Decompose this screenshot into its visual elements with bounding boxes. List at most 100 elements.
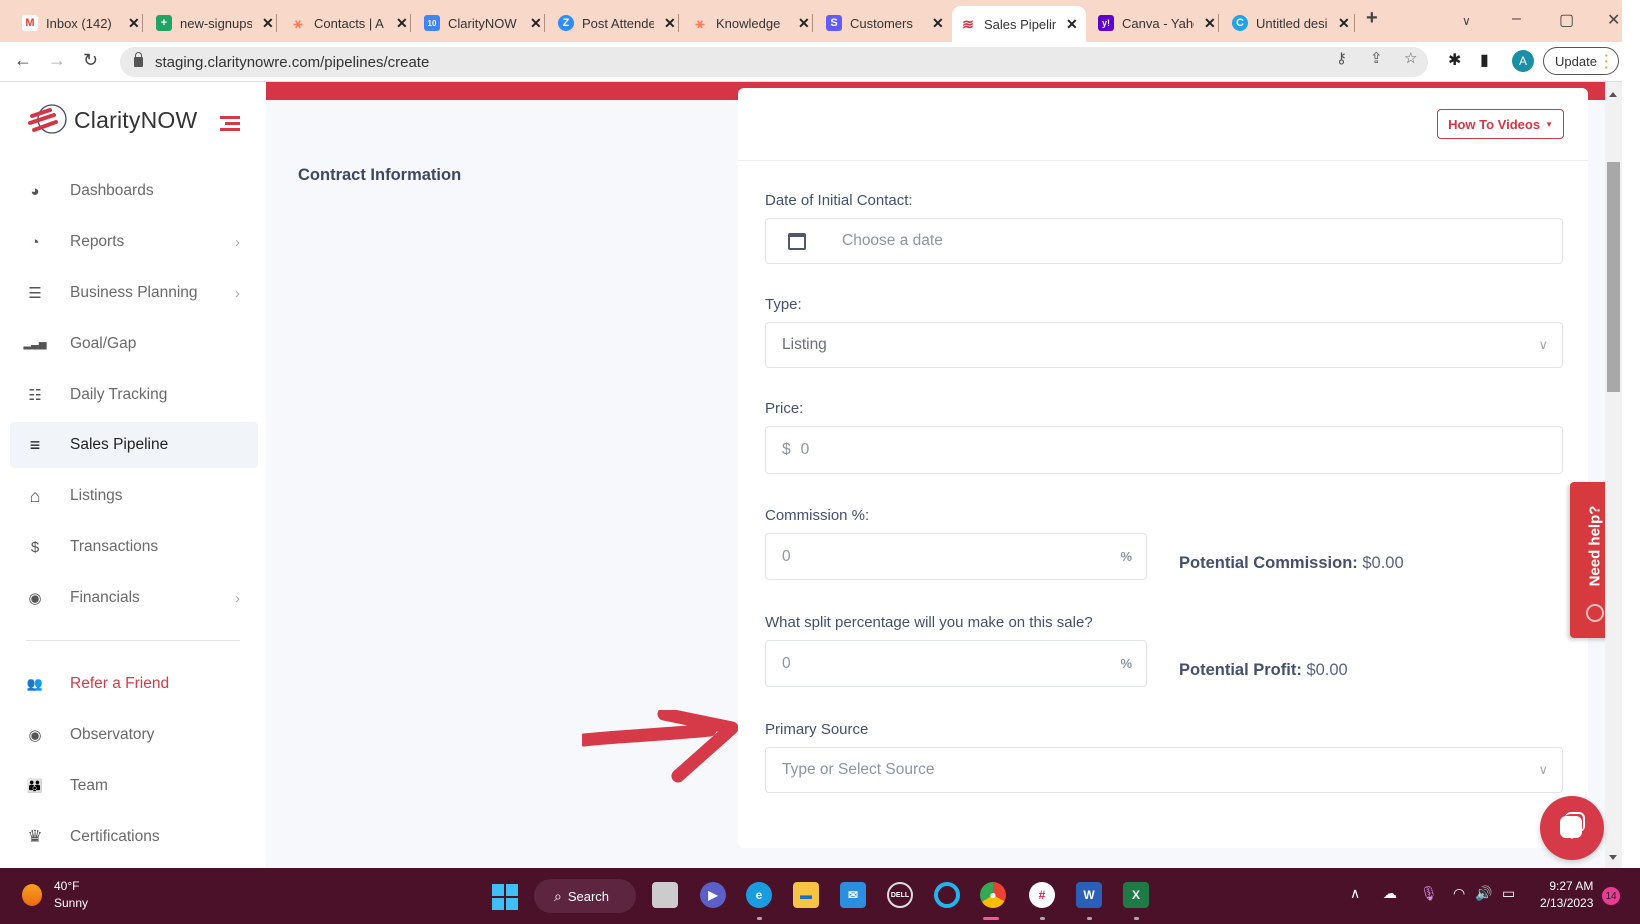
- extensions-puzzle-icon[interactable]: ✱: [1448, 50, 1461, 70]
- close-icon[interactable]: ✕: [1066, 16, 1078, 33]
- sidebar-item-transactions[interactable]: $ Transactions: [10, 524, 258, 570]
- battery-icon[interactable]: ▭: [1502, 885, 1515, 902]
- sidebar-item-financials[interactable]: ◉ Financials ›: [10, 575, 258, 621]
- tab-sales-pipeline[interactable]: ≋ Sales Pipeline ✕: [952, 6, 1086, 42]
- chrome-icon[interactable]: ●: [980, 882, 1006, 908]
- share-icon[interactable]: ⇪: [1370, 49, 1383, 67]
- update-button[interactable]: Update · · ·: [1543, 47, 1619, 75]
- annotation-arrow-icon: [582, 710, 738, 783]
- split-percent-input[interactable]: 0 %: [765, 640, 1147, 687]
- sidebar-item-label: Daily Tracking: [70, 386, 168, 403]
- edge-icon[interactable]: e: [746, 882, 772, 908]
- brand-logo[interactable]: ClarityNOW: [26, 102, 197, 138]
- running-indicator: [1134, 917, 1139, 920]
- split-label: What split percentage will you make on t…: [765, 614, 1093, 631]
- sidebar-item-label: Refer a Friend: [70, 675, 170, 692]
- sidebar-item-label: Reports: [70, 233, 125, 250]
- sidebar-item-team[interactable]: 👪 Team: [10, 763, 258, 809]
- dollar-prefix-icon: $: [782, 441, 791, 458]
- tab-canva-yahoo[interactable]: y! Canva - Yahoo ✕: [1090, 8, 1224, 38]
- close-icon[interactable]: ✕: [530, 15, 542, 32]
- new-tab-button[interactable]: +: [1366, 7, 1378, 30]
- tab-search-chevron-icon[interactable]: ∨: [1462, 14, 1471, 28]
- page-content: ClarityNOW ◕ Dashboards ◔ Reports › ☰ Bu…: [0, 82, 1622, 868]
- scrollbar-thumb[interactable]: [1607, 162, 1620, 392]
- tab-contacts[interactable]: ⚹ Contacts | A ✕: [282, 8, 416, 38]
- tab-knowledge[interactable]: ⚹ Knowledge ✕: [684, 8, 818, 38]
- tab-title: new-signups: [180, 15, 252, 31]
- profile-avatar[interactable]: A: [1512, 50, 1534, 72]
- tab-claritynow-calendar[interactable]: 10 ClarityNOW ✕: [416, 8, 550, 38]
- tab-new-signups[interactable]: + new-signups ✕: [148, 8, 282, 38]
- primary-source-placeholder: Type or Select Source: [782, 761, 935, 778]
- scroll-down-icon[interactable]: [1609, 855, 1617, 864]
- close-icon[interactable]: ✕: [798, 15, 810, 32]
- sidebar-item-goal-gap[interactable]: ▂▃▅ Goal/Gap: [10, 321, 258, 367]
- commission-percent-input[interactable]: 0 %: [765, 533, 1147, 580]
- tab-untitled-design[interactable]: C Untitled design ✕: [1224, 8, 1358, 38]
- clock[interactable]: 9:27 AM 2/13/2023: [1540, 878, 1593, 912]
- how-to-videos-button[interactable]: How To Videos ▼: [1437, 109, 1564, 139]
- chevron-up-icon[interactable]: ∧: [1350, 885, 1360, 902]
- wifi-icon[interactable]: ◠: [1453, 885, 1465, 902]
- tab-customers[interactable]: S Customers ✕: [818, 8, 952, 38]
- primary-source-select[interactable]: Type or Select Source ∨: [765, 747, 1563, 793]
- dell-icon[interactable]: DELL: [887, 882, 913, 908]
- date-of-initial-contact-input[interactable]: Choose a date: [765, 218, 1563, 264]
- onedrive-cloud-icon[interactable]: ☁: [1383, 885, 1397, 902]
- close-icon[interactable]: ✕: [262, 15, 274, 32]
- teams-chat-icon[interactable]: ▶: [700, 882, 726, 908]
- type-select[interactable]: Listing ∨: [765, 322, 1563, 368]
- task-view-icon[interactable]: [652, 882, 678, 908]
- scroll-up-icon[interactable]: [1609, 88, 1617, 97]
- close-icon[interactable]: ✕: [664, 15, 676, 32]
- maximize-button[interactable]: ▢: [1559, 10, 1574, 30]
- word-icon[interactable]: W: [1076, 882, 1102, 908]
- sidebar-item-dashboards[interactable]: ◕ Dashboards: [10, 168, 258, 214]
- volume-icon[interactable]: 🔊: [1475, 885, 1492, 902]
- close-icon[interactable]: ✕: [128, 15, 140, 32]
- forward-arrow-icon[interactable]: →: [48, 50, 66, 71]
- file-explorer-icon[interactable]: ▬: [793, 882, 819, 908]
- eye-icon: ◉: [28, 727, 42, 744]
- sidebar-item-certifications[interactable]: ♛ Certifications: [10, 814, 258, 860]
- sidebar-item-sales-pipeline[interactable]: ≡ Sales Pipeline: [10, 422, 258, 468]
- side-panel-icon[interactable]: ▮: [1480, 50, 1489, 70]
- sidebar-item-daily-tracking[interactable]: ☷ Daily Tracking: [10, 372, 258, 418]
- close-icon[interactable]: ✕: [396, 15, 408, 32]
- sidebar-item-business-planning[interactable]: ☰ Business Planning ›: [10, 270, 258, 316]
- hamburger-menu-icon[interactable]: [220, 116, 240, 134]
- alexa-icon[interactable]: [934, 882, 960, 908]
- address-bar[interactable]: staging.claritynowre.com/pipelines/creat…: [120, 47, 1428, 77]
- bookmark-star-icon[interactable]: ☆: [1404, 49, 1417, 67]
- key-icon[interactable]: ⚷: [1336, 49, 1347, 67]
- sidebar-item-reports[interactable]: ◔ Reports ›: [10, 219, 258, 265]
- reload-icon[interactable]: ↻: [83, 50, 98, 71]
- notification-badge[interactable]: 14: [1602, 887, 1620, 905]
- minimize-button[interactable]: –: [1512, 10, 1521, 28]
- excel-icon[interactable]: X: [1123, 882, 1149, 908]
- tab-inbox[interactable]: M Inbox (142) ✕: [14, 8, 148, 38]
- price-input[interactable]: $ 0: [765, 426, 1563, 474]
- back-arrow-icon[interactable]: ←: [14, 50, 32, 71]
- weather-widget[interactable]: 40°F Sunny: [22, 878, 88, 912]
- slack-icon[interactable]: #: [1029, 882, 1055, 908]
- gmail-icon: M: [22, 15, 38, 31]
- microphone-icon[interactable]: 🎙: [1420, 885, 1438, 902]
- dashboard-icon: ◕: [30, 182, 40, 200]
- sidebar-item-refer-a-friend[interactable]: 👥 Refer a Friend: [10, 661, 258, 707]
- mail-icon[interactable]: ✉: [840, 882, 866, 908]
- hubspot-icon: ⚹: [695, 14, 705, 32]
- close-window-button[interactable]: ✕: [1607, 10, 1620, 30]
- close-icon[interactable]: ✕: [1338, 15, 1350, 32]
- sidebar-item-listings[interactable]: ⌂ Listings: [10, 473, 258, 519]
- close-icon[interactable]: ✕: [932, 15, 944, 32]
- windows-start-icon[interactable]: [492, 884, 518, 910]
- pie-chart-icon: ◔: [30, 233, 40, 251]
- page-scrollbar[interactable]: [1605, 82, 1622, 868]
- close-icon[interactable]: ✕: [1204, 15, 1216, 32]
- sidebar-item-observatory[interactable]: ◉ Observatory: [10, 712, 258, 758]
- chat-button[interactable]: [1540, 796, 1604, 860]
- taskbar-search[interactable]: ⌕ Search: [534, 879, 636, 913]
- tab-post-attendee[interactable]: Z Post Attendee ✕: [550, 8, 684, 38]
